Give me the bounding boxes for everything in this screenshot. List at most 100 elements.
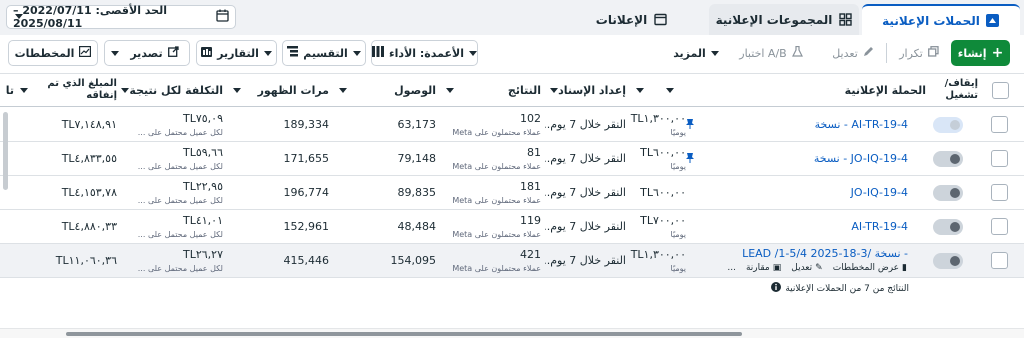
campaign-toggle[interactable] xyxy=(933,219,963,235)
campaign-name-link[interactable]: AI-TR-19-4 xyxy=(694,220,908,233)
attribution-cell: النقر خلال 7 يوم... xyxy=(545,244,630,277)
budget-value: TL٦٠٠,٠٠ xyxy=(640,186,686,199)
cost-type: لكل عميل محتمل على ... xyxy=(137,264,223,273)
campaign-name-link[interactable]: JO-IQ-19-4 xyxy=(694,186,908,199)
chevron-down-icon xyxy=(666,87,674,93)
header-cost-per-result[interactable]: التكلفة لكل نتيجة xyxy=(121,74,227,106)
tab-adsets[interactable]: المجموعات الإعلانية xyxy=(709,4,859,35)
reach-value: 89,835 xyxy=(397,186,437,199)
chart-icon: ▮ xyxy=(902,263,907,273)
budget-value: TL١,٣٠٠,٠٠ xyxy=(630,112,686,125)
pencil-icon xyxy=(863,46,874,60)
table-row[interactable]: JO-IQ-19-4 TL٦٠٠,٠٠ النقر خلال 7 يوم... … xyxy=(0,176,1024,210)
chevron-down-icon xyxy=(20,87,28,93)
breakdown-button[interactable]: التقسيم xyxy=(282,40,366,66)
campaign-name-cell: JO-IQ-19-4 - نسخة xyxy=(690,142,912,175)
results-summary: النتائج من 7 من الحملات الإعلانية xyxy=(771,282,909,295)
budget-cell: TL٦٠٠,٠٠ xyxy=(630,176,690,209)
header-ends[interactable]: تا xyxy=(0,74,14,106)
edit-button[interactable]: تعديل xyxy=(823,40,883,66)
columns-button[interactable]: الأعمدة: الأداء xyxy=(371,40,478,66)
row-checkbox[interactable] xyxy=(991,218,1008,235)
flask-icon xyxy=(791,45,803,60)
edit-action[interactable]: ✎ تعديل xyxy=(791,263,822,273)
header-impressions[interactable]: مرات الظهور xyxy=(227,74,333,106)
campaign-name-link[interactable]: JO-IQ-19-4 - نسخة xyxy=(694,152,908,165)
header-amount-spent[interactable]: المبلغ الذي تم إنفاقه xyxy=(14,74,121,106)
campaign-toggle[interactable] xyxy=(933,185,963,201)
create-button[interactable]: إنشاء + xyxy=(951,40,1010,66)
vertical-scrollbar[interactable] xyxy=(3,112,8,190)
impressions-cell: 196,774 xyxy=(227,176,333,209)
results-cell: 421 عملاء محتملون على Meta xyxy=(440,244,545,277)
row-checkbox[interactable] xyxy=(991,116,1008,133)
campaign-name-cell: AI-TR-19-4 - نسخة xyxy=(690,108,912,141)
chart-icon xyxy=(79,46,92,60)
tab-adsets-label: المجموعات الإعلانية xyxy=(715,12,833,27)
table-row[interactable]: AI-TR-19-4 - نسخة TL١,٣٠٠,٠٠ يوميًا النق… xyxy=(0,108,1024,142)
spent-value: TL٧,١٤٨,٩١ xyxy=(61,118,117,131)
breakdown-label: التقسيم xyxy=(303,46,348,60)
view-charts-action[interactable]: ▮ عرض المخططات xyxy=(833,263,907,273)
edit-label: تعديل xyxy=(832,46,858,60)
header-campaign[interactable]: الحملة الإعلانية xyxy=(660,74,930,106)
cost-type: لكل عميل محتمل على ... xyxy=(137,128,223,137)
compare-action[interactable]: ▣ مقارنة xyxy=(746,263,781,273)
tab-ads[interactable]: الإعلانات xyxy=(557,4,706,35)
impressions-value: 152,961 xyxy=(283,220,330,233)
toggle-knob xyxy=(950,120,960,130)
export-button[interactable]: تصدير xyxy=(104,40,190,66)
duplicate-label: تكرار xyxy=(899,46,923,60)
header-reach[interactable]: الوصول xyxy=(333,74,440,106)
results-type: عملاء محتملون على Meta xyxy=(452,196,541,205)
tab-campaigns[interactable]: الحملات الإعلانية xyxy=(862,4,1020,35)
row-checkbox[interactable] xyxy=(991,150,1008,167)
tab-ads-label: الإعلانات xyxy=(595,12,648,27)
reports-button[interactable]: التقارير xyxy=(196,40,277,66)
date-range-picker[interactable]: الحد الأقصى: 2022/07/11 – 2025/08/11 xyxy=(6,4,236,30)
compare-icon: ▣ xyxy=(772,263,782,273)
reach-cell: 63,173 xyxy=(333,108,440,141)
more-actions[interactable]: ... xyxy=(727,263,736,273)
campaign-toggle[interactable] xyxy=(933,117,963,133)
pencil-icon: ✎ xyxy=(815,263,823,273)
select-all-checkbox[interactable] xyxy=(992,82,1009,99)
grid-icon xyxy=(838,13,852,27)
header-budget[interactable] xyxy=(630,74,660,106)
header-cost-label: التكلفة لكل نتيجة xyxy=(129,83,223,97)
table-row[interactable]: - نسخة /LEAD /1-5/4 2025-18-3 TL١,٣٠٠,٠٠… xyxy=(0,244,1024,278)
duplicate-button[interactable]: تكرار xyxy=(893,40,945,66)
results-type: عملاء محتملون على Meta xyxy=(452,128,541,137)
edit-action-label: تعديل xyxy=(791,263,813,273)
charts-button[interactable]: المخططات xyxy=(8,40,98,66)
cost-value: TL٥٩,٦٦ xyxy=(183,146,223,159)
campaign-name-link[interactable]: - نسخة /LEAD /1-5/4 2025-18-3 xyxy=(694,247,908,260)
ab-test-button[interactable]: اختبار A/B xyxy=(731,40,811,66)
campaign-name-link[interactable]: AI-TR-19-4 - نسخة xyxy=(694,118,908,131)
campaign-toggle[interactable] xyxy=(933,253,963,269)
row-checkbox[interactable] xyxy=(991,184,1008,201)
impressions-value: 189,334 xyxy=(283,118,330,131)
date-range-label: الحد الأقصى: 2022/07/11 – 2025/08/11 xyxy=(13,4,167,30)
row-actions: ▮ عرض المخططات ✎ تعديل ▣ مقارنة ... xyxy=(715,263,907,273)
reach-cell: 79,148 xyxy=(333,142,440,175)
table-row[interactable]: AI-TR-19-4 TL٧٠٠,٠٠ يوميًا النقر خلال 7 … xyxy=(0,210,1024,244)
results-cell: 102 عملاء محتملون على Meta xyxy=(440,108,545,141)
attribution-value: النقر خلال 7 يوم... xyxy=(545,118,626,131)
header-results[interactable]: النتائج xyxy=(440,74,545,106)
budget-value: TL٦٠٠,٠٠ xyxy=(640,146,686,159)
header-attribution[interactable]: إعداد الإسناد xyxy=(545,74,630,106)
table-row[interactable]: JO-IQ-19-4 - نسخة TL٦٠٠,٠٠ يوميًا النقر … xyxy=(0,142,1024,176)
horizontal-scrollbar-thumb[interactable] xyxy=(66,332,742,336)
summary-label: النتائج من 7 من الحملات الإعلانية xyxy=(785,283,909,294)
header-results-label: النتائج xyxy=(507,83,541,97)
results-type: عملاء محتملون على Meta xyxy=(452,162,541,171)
reach-value: 79,148 xyxy=(397,152,437,165)
row-checkbox[interactable] xyxy=(991,252,1008,269)
info-icon[interactable] xyxy=(771,282,782,295)
campaign-toggle[interactable] xyxy=(933,151,963,167)
ab-test-label: اختبار A/B xyxy=(739,46,787,60)
header-toggle[interactable]: إيقاف/ تشغيل xyxy=(930,74,982,106)
chevron-down-icon xyxy=(339,87,347,93)
more-button[interactable]: المزيد xyxy=(664,40,728,66)
